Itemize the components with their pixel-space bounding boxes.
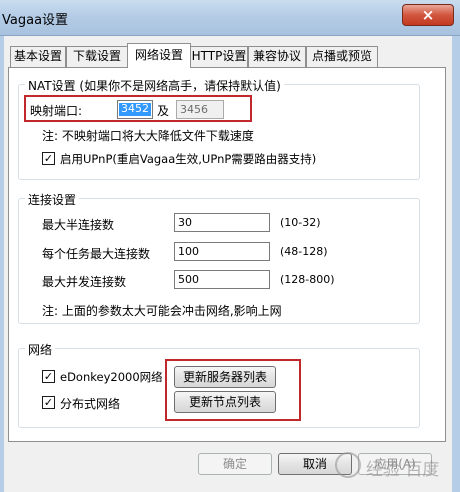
title-bar[interactable] <box>0 0 460 36</box>
connection-settings-legend: 连接设置 <box>25 191 80 208</box>
max-concurrent-connections-range: (128-800) <box>280 273 335 286</box>
network-legend: 网络 <box>25 341 56 358</box>
nat-settings-legend: NAT设置 (如果你不是网络高手，请保持默认值) <box>25 77 284 94</box>
max-concurrent-connections-label: 最大并发连接数 <box>42 275 127 289</box>
annotation-box-update <box>165 359 301 421</box>
tab-http-settings[interactable]: HTTP设置 <box>190 46 248 67</box>
check-icon: ✓ <box>43 370 54 383</box>
connection-note: 注: 上面的参数太大可能会冲击网络,影响上网 <box>42 304 282 318</box>
close-button[interactable]: × <box>402 4 454 26</box>
tab-network-settings[interactable]: 网络设置 <box>127 43 191 68</box>
check-icon: ✓ <box>43 396 54 409</box>
ok-button[interactable]: 确定 <box>198 453 272 475</box>
distributed-network-checkbox[interactable]: ✓ <box>42 396 55 409</box>
max-half-connections-input[interactable] <box>174 213 270 232</box>
upnp-label: 启用UPnP(重启Vagaa生效,UPnP需要路由器支持) <box>60 152 317 166</box>
tab-download-settings[interactable]: 下载设置 <box>66 46 128 67</box>
max-concurrent-connections-input[interactable] <box>174 270 270 289</box>
annotation-box-port <box>24 95 252 122</box>
nat-port-note: 注: 不映射端口将大大降低文件下载速度 <box>42 129 254 143</box>
distributed-network-label: 分布式网络 <box>60 397 121 411</box>
max-half-connections-range: (10-32) <box>280 216 321 229</box>
max-task-connections-label: 每个任务最大连接数 <box>42 247 151 261</box>
watermark-logo-icon <box>335 452 361 478</box>
window-frame-right <box>452 36 460 492</box>
max-half-connections-label: 最大半连接数 <box>42 218 115 232</box>
edonkey-label: eDonkey2000网络 <box>60 370 163 384</box>
tab-compat-protocols[interactable]: 兼容协议 <box>248 46 306 67</box>
upnp-checkbox[interactable]: ✓ <box>42 152 55 165</box>
max-task-connections-range: (48-128) <box>280 245 328 258</box>
check-icon: ✓ <box>43 152 54 165</box>
tab-basic-settings[interactable]: 基本设置 <box>10 46 66 67</box>
watermark-text: 经验·百度 <box>366 460 440 480</box>
max-task-connections-input[interactable] <box>174 242 270 261</box>
window-title: Vagaa设置 <box>2 13 69 28</box>
tab-vod-preview[interactable]: 点播或预览 <box>306 46 378 67</box>
edonkey-checkbox[interactable]: ✓ <box>42 370 55 383</box>
